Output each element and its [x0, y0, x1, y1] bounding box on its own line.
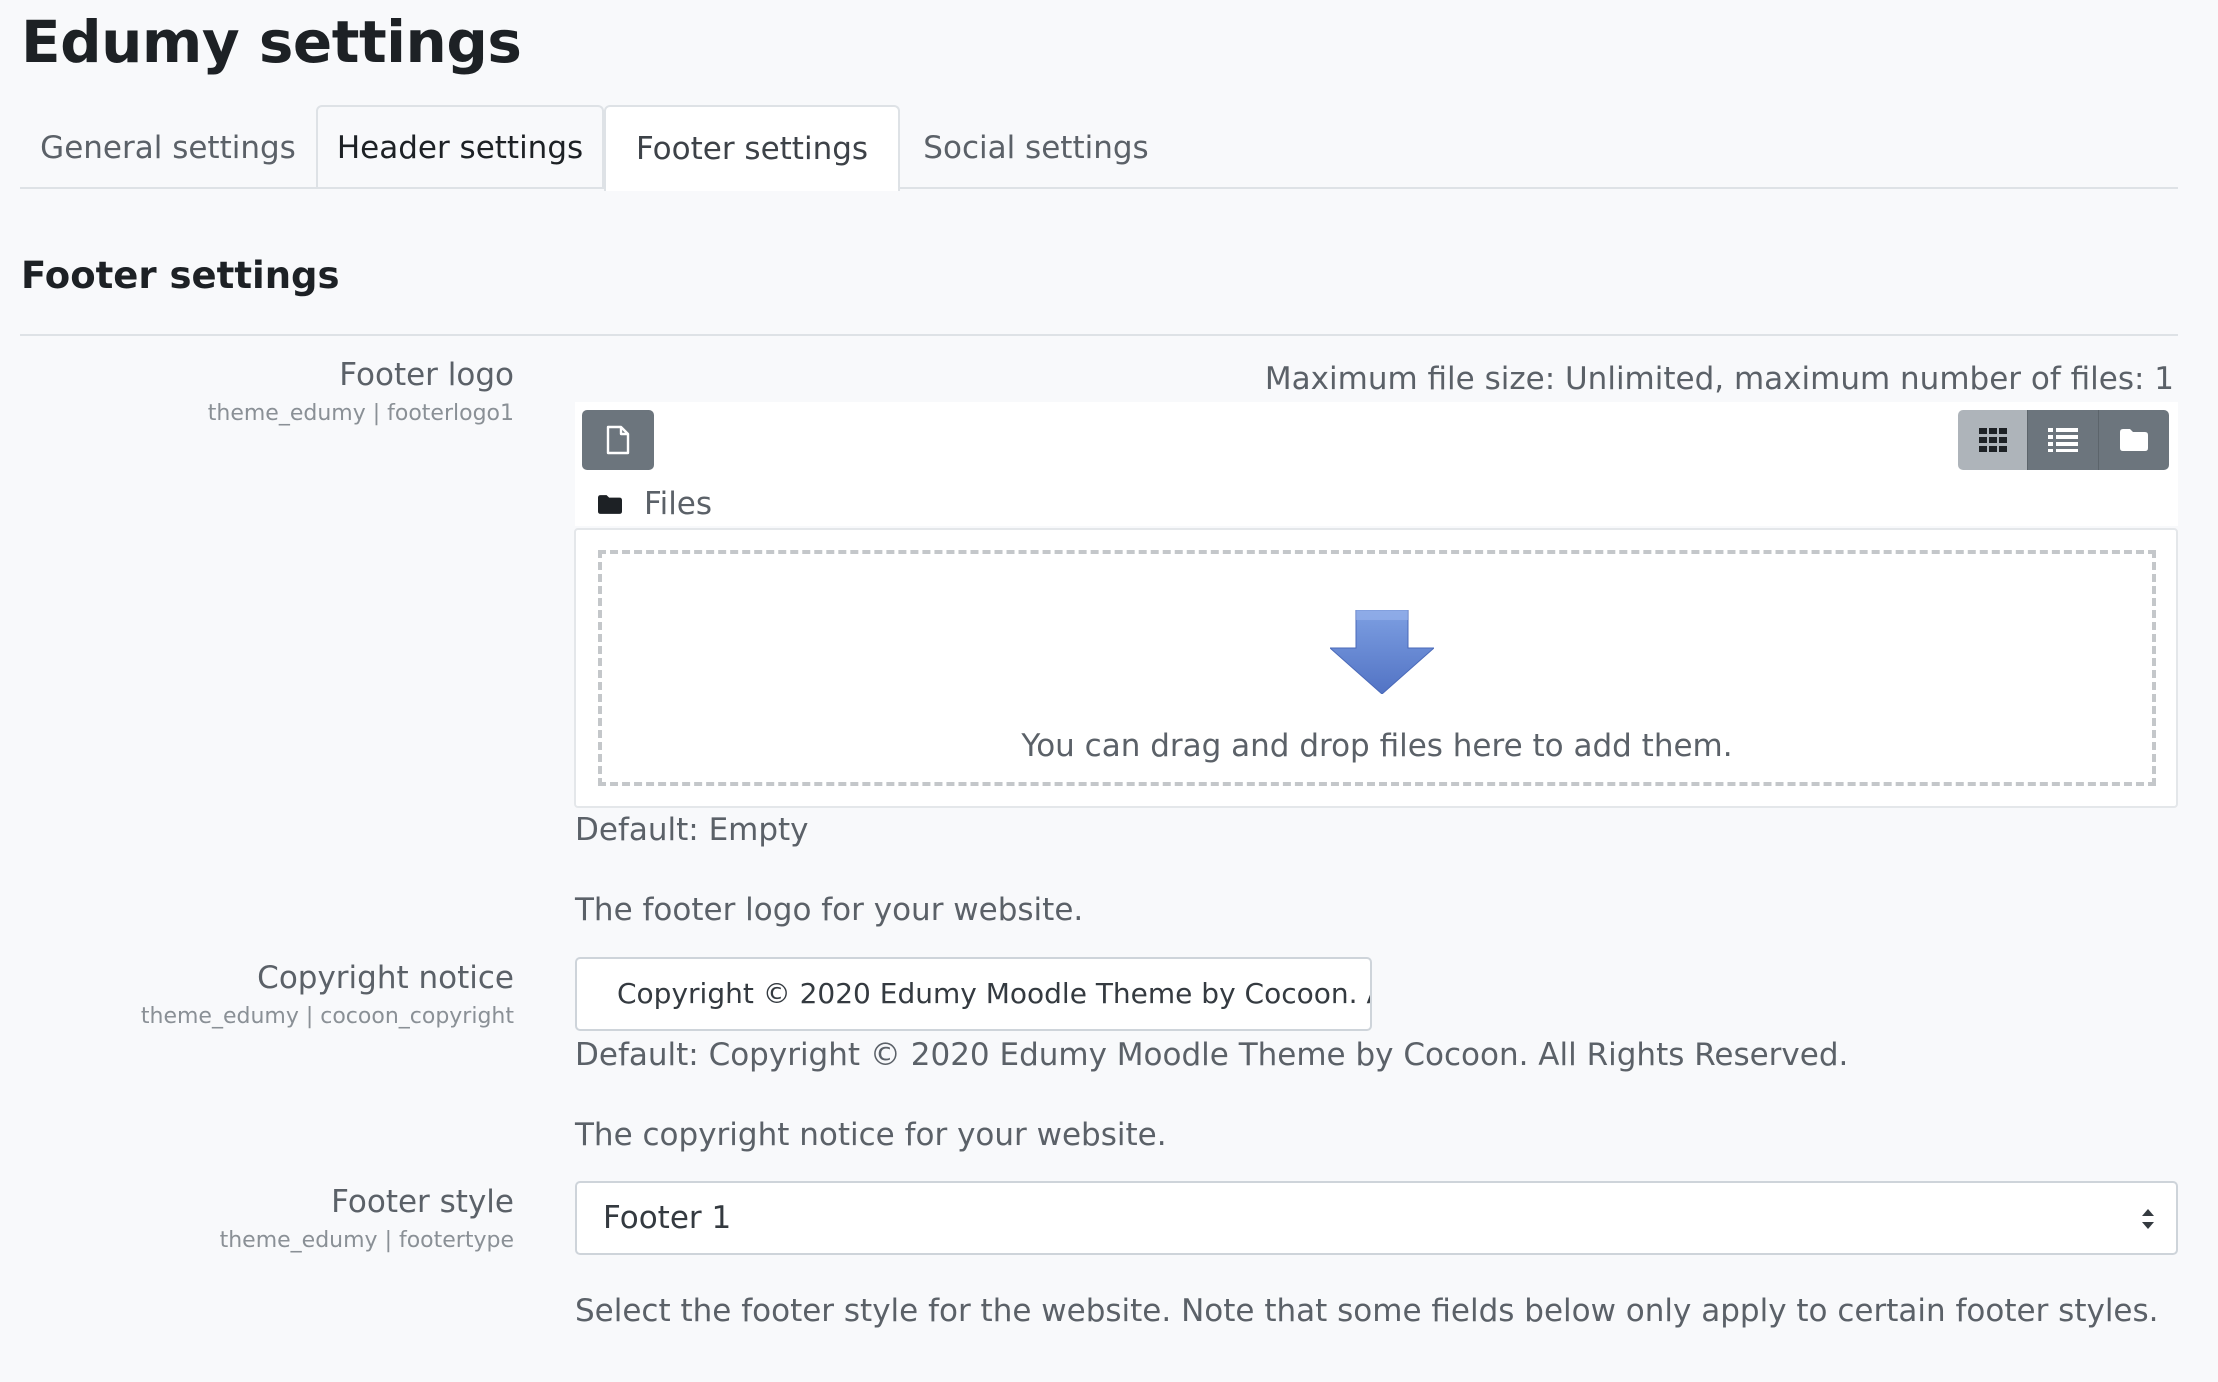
tab-footer-settings[interactable]: Footer settings [604, 105, 900, 191]
file-picker-toolbar [575, 402, 2178, 526]
grid-view-button[interactable] [1958, 410, 2029, 470]
footer-style-selected: Footer 1 [603, 1200, 732, 1236]
dropzone-border: You can drag and drop files here to add … [598, 550, 2156, 786]
settings-page: Edumy settings General settings Header s… [0, 0, 2218, 1382]
copyright-default: Default: Copyright © 2020 Edumy Moodle T… [575, 1037, 1849, 1073]
download-arrow-icon [1330, 610, 1434, 694]
select-caret-icon [2142, 1209, 2154, 1229]
page-title: Edumy settings [21, 8, 522, 76]
settings-tabs: General settings Header settings Footer … [20, 105, 2178, 191]
footer-logo-default: Default: Empty [575, 812, 809, 848]
copyright-key: theme_edumy | cocoon_copyright [140, 1004, 514, 1029]
footer-style-label-block: Footer style theme_edumy | footertype [220, 1184, 514, 1253]
file-dropzone[interactable]: You can drag and drop files here to add … [574, 528, 2178, 808]
copyright-label: Copyright notice [257, 960, 514, 996]
footer-style-select[interactable]: Footer 1 [575, 1181, 2178, 1255]
max-file-size-info: Maximum file size: Unlimited, maximum nu… [1264, 361, 2174, 397]
section-divider [20, 334, 2178, 336]
grid-view-icon [1978, 428, 2007, 452]
dropzone-instructions: You can drag and drop files here to add … [1021, 728, 1733, 764]
copyright-label-block: Copyright notice theme_edumy | cocoon_co… [141, 960, 514, 1029]
file-icon [606, 425, 630, 455]
footer-logo-label: Footer logo [339, 357, 514, 393]
folder-icon [598, 494, 622, 514]
list-view-button[interactable] [2028, 410, 2099, 470]
copyright-description: The copyright notice for your website. [575, 1117, 1167, 1153]
footer-logo-label-block: Footer logo theme_edumy | footerlogo1 [208, 357, 514, 426]
tree-view-button[interactable] [2098, 410, 2169, 470]
add-file-button[interactable] [582, 410, 654, 470]
folder-view-icon [2119, 429, 2148, 451]
section-title: Footer settings [21, 254, 340, 297]
file-path-breadcrumb: Files [598, 486, 712, 522]
tab-general-settings[interactable]: General settings [20, 105, 316, 189]
footer-style-key: theme_edumy | footertype [219, 1228, 514, 1253]
footer-logo-description: The footer logo for your website. [575, 892, 1084, 928]
footer-logo-key: theme_edumy | footerlogo1 [207, 401, 514, 426]
tab-header-settings[interactable]: Header settings [316, 105, 604, 189]
files-path-label[interactable]: Files [644, 486, 712, 522]
copyright-input[interactable]: Copyright © 2020 Edumy Moodle Theme by C… [575, 957, 1372, 1031]
view-mode-toggle [1958, 410, 2169, 470]
footer-style-description: Select the footer style for the website.… [575, 1293, 2159, 1329]
tab-social-settings[interactable]: Social settings [900, 105, 1172, 189]
footer-style-label: Footer style [331, 1184, 514, 1220]
list-view-icon [2047, 428, 2078, 452]
